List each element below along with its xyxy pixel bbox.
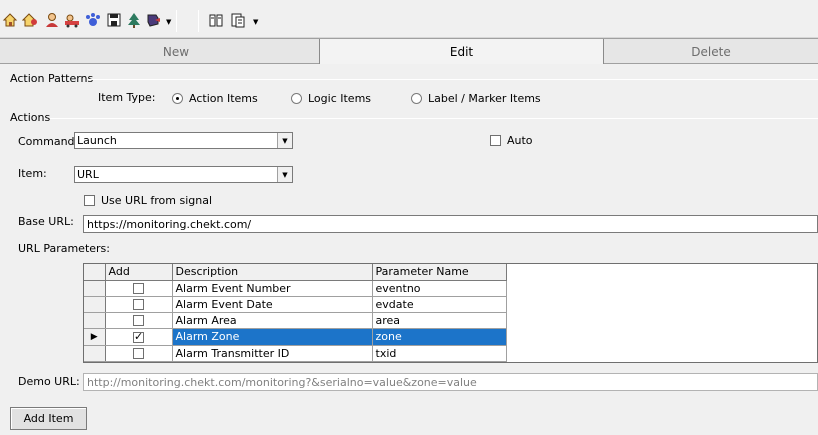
person-icon[interactable] [44, 12, 60, 28]
command-select[interactable]: Launch ▼ [74, 132, 293, 149]
parameter-name-cell[interactable]: txid [372, 345, 507, 362]
row-header[interactable] [84, 345, 106, 362]
demo-url-field: http://monitoring.chekt.com/monitoring?&… [83, 373, 818, 391]
use-url-label: Use URL from signal [101, 193, 212, 207]
chevron-down-icon[interactable]: ▼ [277, 167, 292, 182]
toolbar: ▼ ▼ [0, 0, 818, 38]
home-icon[interactable] [2, 12, 18, 28]
table-row[interactable]: Alarm Event Number eventno [84, 280, 507, 297]
edit-button[interactable]: Edit [319, 39, 604, 64]
column-header-parameter-name[interactable]: Parameter Name [372, 264, 507, 281]
add-item-button[interactable]: Add Item [10, 407, 87, 430]
add-cell[interactable] [105, 312, 173, 329]
radio-label: Label / Marker Items [428, 91, 541, 105]
home-person-icon[interactable] [22, 12, 38, 28]
action-patterns-group-title: Action Patterns [10, 72, 94, 85]
row-header[interactable] [84, 312, 106, 329]
checkbox[interactable] [84, 194, 95, 206]
url-parameters-grid: Add Description Parameter Name Alarm Eve… [83, 263, 818, 363]
auto-checkbox[interactable]: Auto [490, 133, 533, 147]
add-checkbox[interactable] [133, 315, 144, 326]
command-value: Launch [77, 134, 117, 147]
parameter-name-cell[interactable]: area [372, 312, 507, 329]
row-header[interactable] [84, 296, 106, 313]
description-cell[interactable]: Alarm Event Number [172, 280, 373, 297]
radio-label: Action Items [189, 91, 258, 105]
row-header[interactable]: ▶ [84, 328, 106, 346]
command-label: Command: [18, 135, 79, 148]
current-row-arrow-icon: ▶ [90, 331, 98, 342]
new-button[interactable]: New [33, 39, 319, 64]
add-cell[interactable] [105, 296, 173, 313]
tree-icon[interactable] [126, 12, 142, 28]
base-url-label: Base URL: [18, 215, 74, 228]
radio-button[interactable] [291, 92, 302, 104]
description-cell[interactable]: Alarm Area [172, 312, 373, 329]
item-type-label: Item Type: [98, 91, 156, 104]
base-url-value: https://monitoring.chekt.com/ [87, 217, 252, 231]
add-checkbox[interactable] [133, 330, 144, 344]
radio-label-marker-items[interactable]: Label / Marker Items [411, 91, 541, 105]
dropdown-arrow-icon[interactable]: ▼ [166, 18, 171, 26]
auto-label: Auto [507, 133, 533, 147]
demo-url-value: http://monitoring.chekt.com/monitoring?&… [87, 375, 477, 389]
radio-button[interactable] [172, 92, 183, 104]
radio-logic-items[interactable]: Logic Items [291, 91, 371, 105]
action-strip: New Edit Delete [0, 38, 818, 64]
demo-url-label: Demo URL: [18, 375, 80, 388]
paw-icon[interactable] [85, 12, 101, 28]
dropdown-arrow-icon[interactable]: ▼ [253, 18, 258, 26]
column-header-description[interactable]: Description [172, 264, 373, 281]
floppy-disk-icon[interactable] [106, 12, 122, 28]
use-url-from-signal-checkbox[interactable]: Use URL from signal [84, 193, 212, 207]
actions-group-title: Actions [10, 111, 51, 124]
grid-table: Add Description Parameter Name Alarm Eve… [84, 264, 507, 362]
grid-corner [84, 264, 106, 281]
table-row-selected[interactable]: ▶ Alarm Zone zone [84, 328, 507, 346]
table-row[interactable]: Alarm Transmitter ID txid [84, 345, 507, 362]
description-cell[interactable]: Alarm Event Date [172, 296, 373, 313]
url-parameters-label: URL Parameters: [18, 242, 110, 255]
description-cell[interactable]: Alarm Transmitter ID [172, 345, 373, 362]
add-checkbox[interactable] [133, 348, 144, 359]
add-checkbox[interactable] [133, 283, 144, 294]
parameter-name-cell[interactable]: eventno [372, 280, 507, 297]
item-value: URL [77, 168, 99, 181]
description-cell[interactable]: Alarm Zone [172, 328, 373, 346]
delete-button[interactable]: Delete [604, 39, 818, 64]
car-icon[interactable] [64, 12, 80, 28]
grid-header-row: Add Description Parameter Name [84, 264, 507, 281]
table-row[interactable]: Alarm Area area [84, 312, 507, 329]
checkbox[interactable] [490, 134, 501, 146]
item-select[interactable]: URL ▼ [74, 166, 293, 183]
table-row[interactable]: Alarm Event Date evdate [84, 296, 507, 313]
item-label: Item: [18, 167, 47, 180]
radio-label: Logic Items [308, 91, 372, 105]
group-divider [50, 118, 818, 119]
add-cell[interactable] [105, 280, 173, 297]
column-header-add[interactable]: Add [105, 264, 173, 281]
add-cell[interactable] [105, 328, 173, 346]
base-url-input[interactable]: https://monitoring.chekt.com/ [83, 215, 818, 233]
radio-action-items[interactable]: Action Items [172, 91, 258, 105]
radio-button[interactable] [411, 92, 422, 104]
row-header[interactable] [84, 280, 106, 297]
add-cell[interactable] [105, 345, 173, 362]
group-divider [88, 79, 818, 80]
toolbar-separator [176, 10, 177, 32]
parameter-name-cell[interactable]: zone [372, 328, 507, 346]
document-icon[interactable] [230, 12, 246, 28]
toolbar-separator [198, 10, 199, 32]
parameter-name-cell[interactable]: evdate [372, 296, 507, 313]
book-icon[interactable] [208, 12, 224, 28]
add-checkbox[interactable] [133, 299, 144, 310]
shield-icon[interactable] [146, 12, 162, 28]
chevron-down-icon[interactable]: ▼ [277, 133, 292, 148]
